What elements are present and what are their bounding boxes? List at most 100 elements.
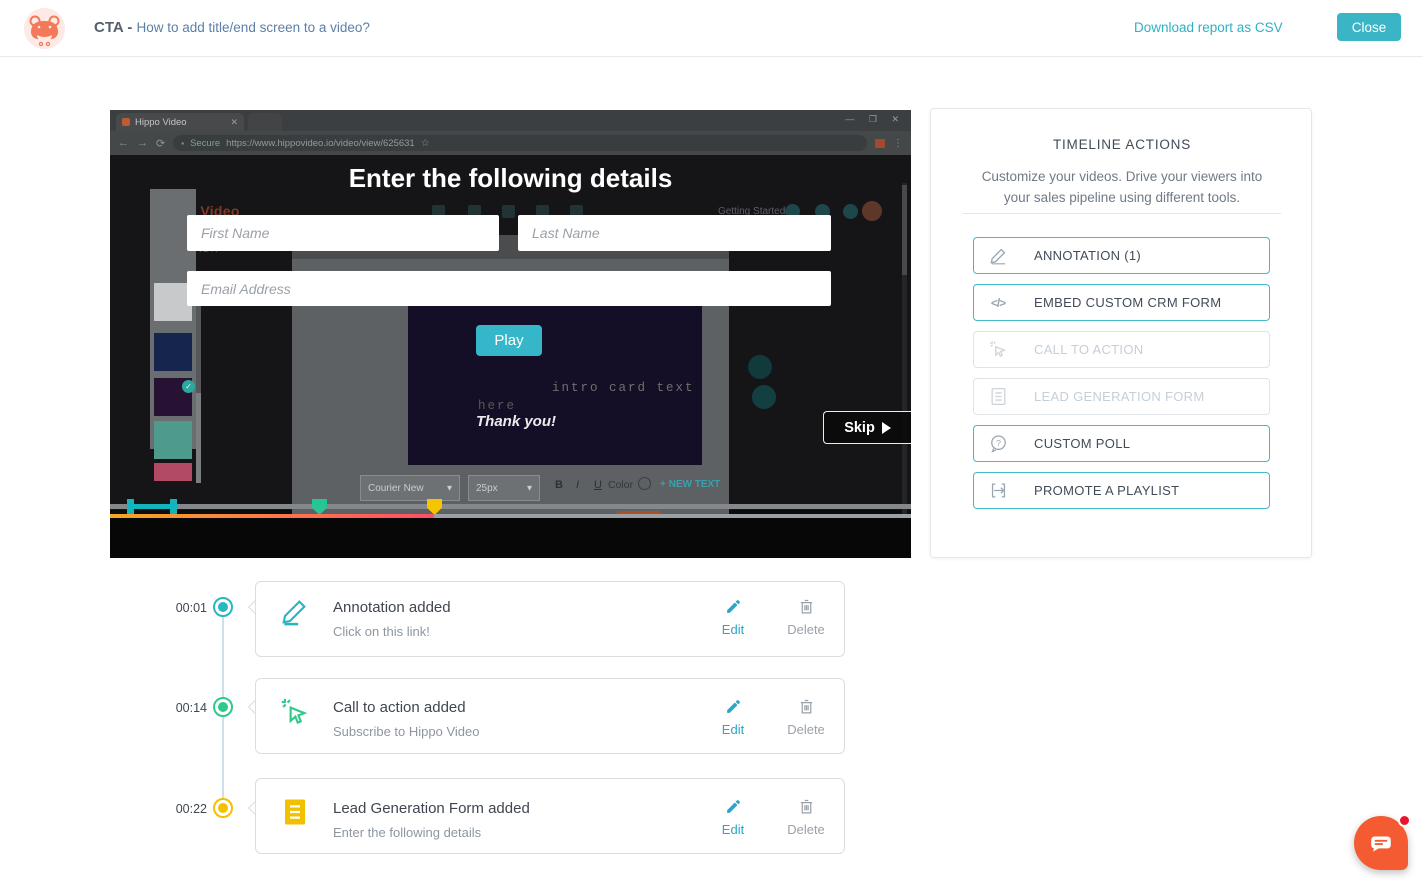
thank-you-text: Thank you!: [476, 413, 556, 430]
event-subtitle: Enter the following details: [333, 825, 481, 840]
edit-button[interactable]: Edit: [711, 698, 755, 737]
new-tab-stub: [248, 113, 282, 131]
first-name-input[interactable]: [187, 215, 499, 251]
promote-playlist-button[interactable]: PROMOTE A PLAYLIST: [973, 472, 1270, 509]
promote-playlist-label: PROMOTE A PLAYLIST: [1034, 483, 1179, 498]
play-submit-button[interactable]: Play: [476, 325, 542, 356]
event-card-cta: [255, 678, 845, 754]
svg-text:?: ?: [996, 438, 1001, 448]
selected-check-icon: ✓: [182, 380, 195, 393]
event-subtitle: Subscribe to Hippo Video: [333, 724, 479, 739]
player-controls: 0:22 / 0:55 ❚❚■➤ ✎○◆ ↻: [110, 518, 911, 558]
chevron-down-icon: ▾: [527, 483, 532, 494]
event-time: 00:14: [169, 701, 207, 715]
browser-address-bar: ← → ⟳ ▪ Secure https://www.hippovideo.io…: [110, 131, 911, 155]
video-player: Hippo Video ✕ — ❐ ✕ ← → ⟳ ▪ Secure https…: [110, 110, 911, 558]
event-title: Annotation added: [333, 599, 451, 616]
chat-bubble-icon: [1368, 830, 1394, 856]
back-icon: ←: [118, 137, 129, 149]
play-triangle-icon: [882, 422, 891, 434]
pencil-icon: [988, 246, 1008, 265]
download-csv-link[interactable]: Download report as CSV: [1134, 20, 1283, 35]
delete-button[interactable]: Delete: [780, 598, 832, 637]
range-marker-bar[interactable]: [134, 504, 170, 509]
delete-button[interactable]: Delete: [780, 698, 832, 737]
gif-tool-icon: [748, 355, 772, 379]
theme-thumbnail: [154, 463, 192, 481]
call-to-action-label: CALL TO ACTION: [1034, 342, 1143, 357]
avatar: [862, 201, 882, 221]
edit-button[interactable]: Edit: [711, 798, 755, 837]
favicon: [122, 118, 130, 126]
custom-poll-button[interactable]: ? CUSTOM POLL: [973, 425, 1270, 462]
underline-button: U: [594, 479, 602, 491]
poll-question-icon: ?: [988, 434, 1008, 453]
page-title: CTA - How to add title/end screen to a v…: [94, 19, 370, 36]
close-button[interactable]: Close: [1337, 13, 1401, 41]
browser-menu-icon: ⋮: [893, 138, 903, 149]
event-dot-cta: [213, 697, 233, 717]
edit-button[interactable]: Edit: [711, 598, 755, 637]
browser-tab-title: Hippo Video: [135, 117, 225, 128]
font-family-dropdown: Courier New▾: [360, 475, 460, 501]
theme-thumbnail: [154, 421, 192, 459]
notification-dot: [1398, 814, 1411, 827]
embed-crm-label: EMBED CUSTOM CRM FORM: [1034, 295, 1221, 310]
top-header: CTA - How to add title/end screen to a v…: [0, 0, 1423, 57]
skip-button[interactable]: Skip: [823, 411, 911, 444]
event-title: Call to action added: [333, 699, 466, 716]
embed-crm-form-button[interactable]: </> EMBED CUSTOM CRM FORM: [973, 284, 1270, 321]
event-card-annotation: [255, 581, 845, 657]
panel-title: TIMELINE ACTIONS: [931, 137, 1313, 152]
panel-description: Customize your videos. Drive your viewer…: [972, 167, 1272, 209]
italic-button: I: [576, 479, 579, 491]
hippo-logo: [24, 8, 65, 49]
annotation-label: ANNOTATION (1): [1034, 248, 1141, 263]
lead-generation-label: LEAD GENERATION FORM: [1034, 389, 1204, 404]
cursor-click-icon: [988, 340, 1008, 359]
timeline-actions-panel: TIMELINE ACTIONS Customize your videos. …: [930, 108, 1312, 558]
event-dot-annotation: [213, 597, 233, 617]
event-time: 00:22: [169, 802, 207, 816]
bookmark-star-icon: ☆: [421, 138, 430, 149]
extension-icon: [875, 139, 885, 148]
email-input[interactable]: [187, 271, 831, 306]
leadgen-title: Enter the following details: [110, 163, 911, 194]
padlock-icon: ▪: [181, 139, 184, 148]
divider: [963, 213, 1281, 214]
video-title-link[interactable]: How to add title/end screen to a video?: [137, 20, 370, 35]
custom-poll-label: CUSTOM POLL: [1034, 436, 1130, 451]
lead-generation-form-button: LEAD GENERATION FORM: [973, 378, 1270, 415]
browser-tabstrip: Hippo Video ✕ — ❐ ✕: [110, 110, 911, 131]
color-label: Color: [608, 479, 633, 491]
bold-button: B: [555, 479, 563, 491]
theme-thumbnail: [154, 333, 192, 371]
page: CTA - How to add title/end screen to a v…: [0, 0, 1423, 881]
bell-icon: [843, 204, 858, 219]
forward-icon: →: [137, 137, 148, 149]
window-controls: — ❐ ✕: [845, 114, 905, 125]
event-time: 00:01: [169, 601, 207, 615]
url-field: ▪ Secure https://www.hippovideo.io/video…: [173, 135, 867, 151]
event-subtitle: Click on this link!: [333, 624, 430, 639]
marker-track[interactable]: [110, 504, 911, 509]
delete-button[interactable]: Delete: [780, 798, 832, 837]
browser-tab: Hippo Video ✕: [116, 113, 244, 131]
intro-placeholder-text2: here: [478, 399, 516, 413]
intro-card-preview: [408, 292, 702, 465]
code-icon: </>: [988, 296, 1008, 310]
reload-icon: ⟳: [156, 137, 165, 150]
new-text-button: + NEW TEXT: [660, 479, 720, 490]
call-to-action-button: CALL TO ACTION: [973, 331, 1270, 368]
url-text: https://www.hippovideo.io/video/view/625…: [226, 138, 415, 149]
color-picker-icon: [638, 477, 651, 490]
event-dot-leadgen: [213, 798, 233, 818]
secure-label: Secure: [190, 138, 220, 149]
annotation-button[interactable]: ANNOTATION (1): [973, 237, 1270, 274]
hippo-icon: [24, 8, 65, 49]
annotation-pencil-icon: [278, 596, 312, 626]
last-name-input[interactable]: [518, 215, 831, 251]
document-icon: [278, 797, 312, 827]
event-title: Lead Generation Form added: [333, 800, 530, 817]
intro-placeholder-text: intro card text: [552, 381, 695, 395]
